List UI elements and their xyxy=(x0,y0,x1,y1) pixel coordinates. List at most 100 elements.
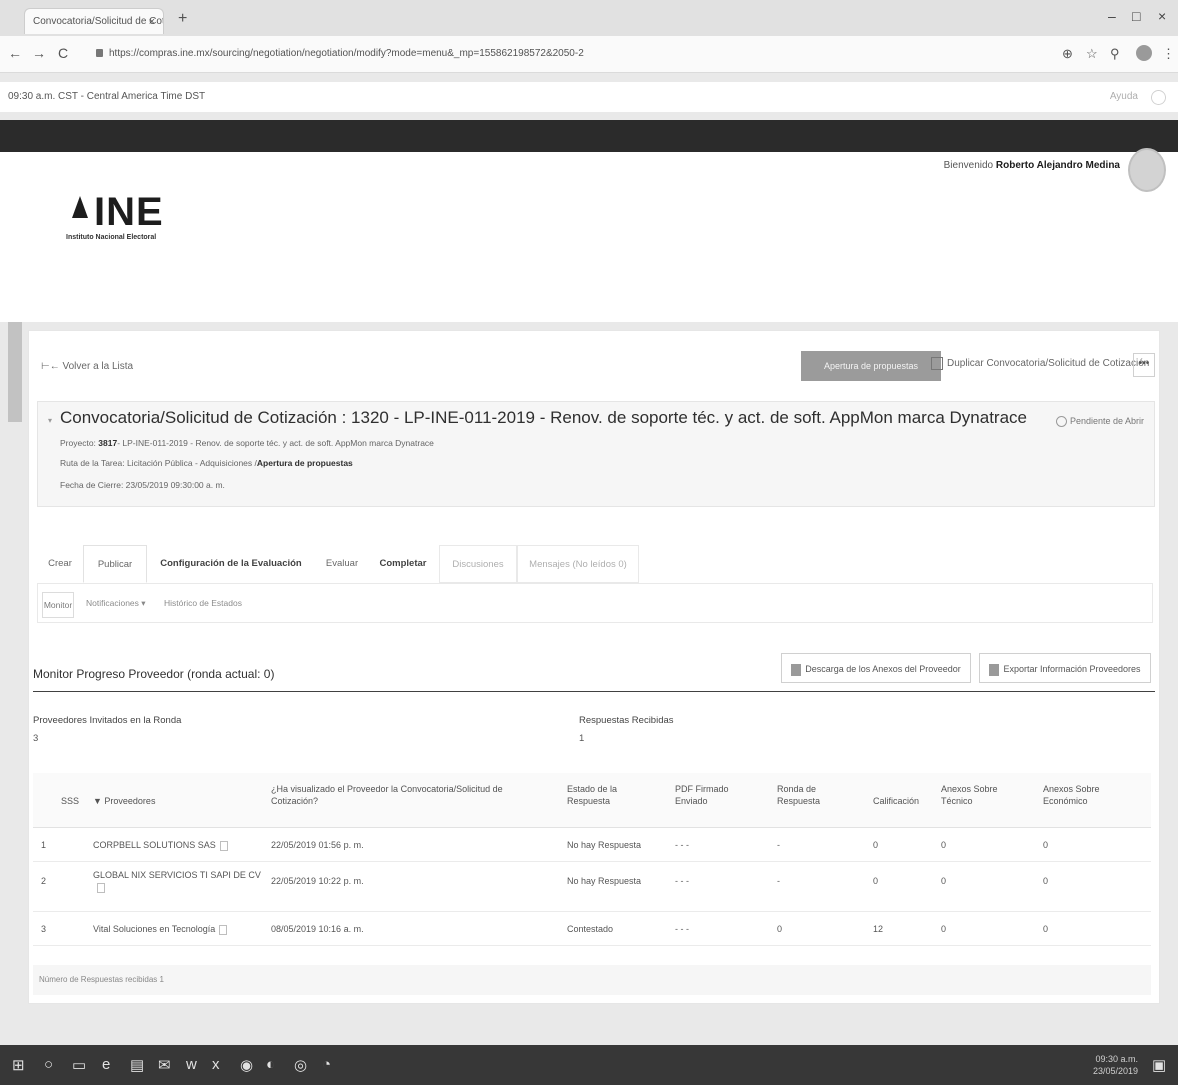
col-pdf: PDF Firmado Enviado xyxy=(675,784,729,806)
col-provider[interactable]: ▼ Proveedores xyxy=(93,795,155,807)
col-viewed: ¿Ha visualizado el Proveedor la Convocat… xyxy=(271,784,503,806)
search-icon[interactable]: ⚲ xyxy=(1110,46,1120,62)
subtab-history[interactable]: Histórico de Estados xyxy=(164,598,242,608)
address-bar: ← → C https://compras.ine.mx/sourcing/ne… xyxy=(0,36,1178,73)
page-title: Convocatoria/Solicitud de Cotización : 1… xyxy=(60,408,1027,427)
minimize-icon[interactable]: – xyxy=(1108,8,1116,24)
received-value: 1 xyxy=(579,733,585,744)
divider xyxy=(33,691,1155,692)
row-number: 1 xyxy=(41,840,47,850)
duplicate-button[interactable]: Duplicar Convocatoria/Solicitud de Cotiz… xyxy=(931,357,1149,370)
app3-icon[interactable]: ◔ xyxy=(322,1056,331,1073)
side-handle[interactable] xyxy=(8,322,22,422)
col-econ: Anexos Sobre Económico xyxy=(1043,784,1100,806)
tab-discusiones[interactable]: Discusiones xyxy=(439,545,517,583)
col-tech: Anexos Sobre Técnico xyxy=(941,784,998,806)
provider-name[interactable]: Vital Soluciones en Tecnología xyxy=(93,923,228,935)
row-number: 3 xyxy=(41,924,47,934)
tab-crear[interactable]: Crear xyxy=(37,545,83,583)
mail-icon[interactable]: ✉ xyxy=(158,1056,171,1074)
browser-tab[interactable]: Convocatoria/Solicitud de Cotiz × xyxy=(24,8,164,34)
welcome-text: Bienvenido Roberto Alejandro Medina xyxy=(943,160,1120,171)
new-tab-icon[interactable]: + xyxy=(178,10,187,28)
close-tab-icon[interactable]: × xyxy=(149,9,155,34)
ine-logo: INE Instituto Nacional Electoral xyxy=(66,190,164,241)
star-icon[interactable]: ☆ xyxy=(1086,46,1098,62)
back-to-list-link[interactable]: ⊢← Volver a la Lista xyxy=(41,361,133,372)
download-annexes-button[interactable]: Descarga de los Anexos del Proveedor xyxy=(781,653,971,683)
help-link[interactable]: Ayuda xyxy=(1110,82,1138,112)
pdf-sent: - - - xyxy=(675,924,689,934)
col-status: Estado de la Respuesta xyxy=(567,784,618,806)
tab-evaluar[interactable]: Evaluar xyxy=(315,545,369,583)
url-input[interactable]: https://compras.ine.mx/sourcing/negotiat… xyxy=(96,44,916,64)
browser-tab-title: Convocatoria/Solicitud de Cotiz xyxy=(33,16,164,27)
notifications-icon[interactable]: ▣ xyxy=(1152,1056,1166,1074)
tab-publicar[interactable]: Publicar xyxy=(83,545,147,583)
invited-value: 3 xyxy=(33,733,39,744)
lock-icon xyxy=(96,49,103,58)
viewed-date: 22/05/2019 01:56 p. m. xyxy=(271,840,364,850)
pdf-sent: - - - xyxy=(675,840,689,850)
subtab-monitor[interactable]: Monitor xyxy=(42,592,74,618)
forward-icon[interactable]: → xyxy=(32,45,46,61)
subtab-notifications[interactable]: Notificaciones ▾ xyxy=(86,598,146,609)
document-icon[interactable] xyxy=(219,840,228,851)
maximize-icon[interactable]: □ xyxy=(1132,8,1140,24)
viewed-date: 08/05/2019 10:16 a. m. xyxy=(271,924,364,934)
taskbar: ⊞ ○ ▭ e ▤ ✉ w x ◉ ◐ ◎ ◔ 09:30 a.m. 23/05… xyxy=(0,1045,1178,1085)
monitor-title: Monitor Progreso Proveedor (ronda actual… xyxy=(33,667,275,681)
logo-mark-icon xyxy=(72,196,88,218)
app-icon[interactable]: ◉ xyxy=(240,1056,253,1074)
response-status: No hay Respuesta xyxy=(567,840,642,850)
edge-icon[interactable]: e xyxy=(102,1056,110,1073)
response-round: - xyxy=(777,876,780,886)
econ-annexes: 0 xyxy=(1043,876,1049,886)
provider-name[interactable]: CORPBELL SOLUTIONS SAS xyxy=(93,839,228,851)
tab-completar[interactable]: Completar xyxy=(371,545,435,583)
tab-configuracion[interactable]: Configuración de la Evaluación xyxy=(151,545,311,583)
invited-label: Proveedores Invitados en la Ronda xyxy=(33,715,182,726)
avatar[interactable] xyxy=(1128,148,1166,192)
back-icon[interactable]: ← xyxy=(8,45,22,61)
document-icon[interactable] xyxy=(219,924,228,935)
response-round: 0 xyxy=(777,924,783,934)
word-icon[interactable]: w xyxy=(186,1056,197,1073)
menu-icon[interactable]: ⋮ xyxy=(1162,46,1175,62)
main-panel: ⊢← Volver a la Lista Apertura de propues… xyxy=(28,330,1160,1004)
tech-annexes: 0 xyxy=(941,876,947,886)
response-round: - xyxy=(777,840,780,850)
more-actions-button[interactable]: ••• xyxy=(1133,353,1155,377)
profile-icon[interactable] xyxy=(1136,45,1152,61)
route-line: Ruta de la Tarea: Licitación Pública - A… xyxy=(60,458,353,468)
table-row: 2 GLOBAL NIX SERVICIOS TI SAPI DE CV 22/… xyxy=(33,861,1151,912)
settings-icon[interactable] xyxy=(1151,90,1166,105)
time-bar: 09:30 a.m. CST - Central America Time DS… xyxy=(0,82,1178,112)
table-row: 1 CORPBELL SOLUTIONS SAS 22/05/2019 01:5… xyxy=(33,827,1151,862)
table-row: 3 Vital Soluciones en Tecnología 08/05/2… xyxy=(33,911,1151,946)
app2-icon[interactable]: ◐ xyxy=(266,1056,275,1073)
document-icon[interactable] xyxy=(97,882,105,893)
score: 0 xyxy=(873,876,879,886)
response-status: Contestado xyxy=(567,924,614,934)
file-explorer-icon[interactable]: ▤ xyxy=(130,1056,144,1074)
reload-icon[interactable]: C xyxy=(58,45,68,61)
negotiation-header: ▾ Convocatoria/Solicitud de Cotización :… xyxy=(37,401,1155,507)
zoom-icon[interactable]: ⊕ xyxy=(1062,46,1073,62)
provider-name[interactable]: GLOBAL NIX SERVICIOS TI SAPI DE CV xyxy=(93,869,263,893)
search-circle-icon[interactable]: ○ xyxy=(44,1056,53,1073)
excel-icon[interactable]: x xyxy=(212,1056,220,1073)
opening-proposals-button[interactable]: Apertura de propuestas xyxy=(801,351,941,381)
export-providers-button[interactable]: Exportar Información Proveedores xyxy=(979,653,1151,683)
responses-count: Número de Respuestas recibidas 1 xyxy=(33,965,1151,995)
collapse-icon[interactable]: ▾ xyxy=(48,416,52,425)
response-status: No hay Respuesta xyxy=(567,876,642,886)
score: 12 xyxy=(873,924,884,934)
tab-mensajes[interactable]: Mensajes (No leídos 0) xyxy=(517,545,639,583)
download-icon xyxy=(791,663,802,676)
chrome-icon[interactable]: ◎ xyxy=(294,1056,307,1074)
close-window-icon[interactable]: × xyxy=(1158,8,1166,24)
windows-start-icon[interactable]: ⊞ xyxy=(12,1056,25,1074)
task-view-icon[interactable]: ▭ xyxy=(72,1056,86,1074)
system-clock[interactable]: 09:30 a.m. 23/05/2019 xyxy=(1093,1053,1138,1077)
